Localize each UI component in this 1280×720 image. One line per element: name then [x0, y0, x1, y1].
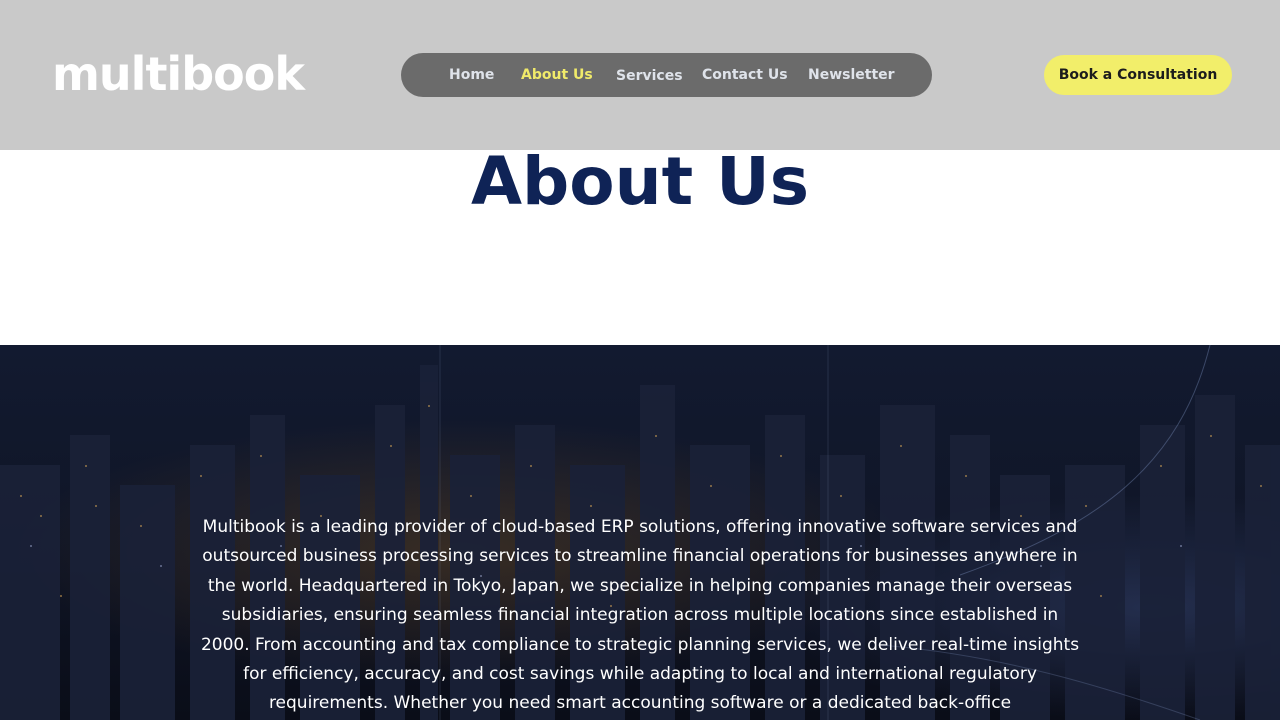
- nav-item-contact-us[interactable]: Contact Us: [702, 53, 788, 97]
- about-description: Multibook is a leading provider of cloud…: [200, 517, 1080, 714]
- nav-item-about-us[interactable]: About Us: [521, 53, 593, 97]
- nav-item-services[interactable]: Services: [616, 54, 683, 98]
- nav-item-newsletter[interactable]: Newsletter: [808, 53, 895, 97]
- about-hero-section: Multibook is a leading provider of cloud…: [0, 345, 1280, 720]
- main-nav: Home About Us Services Contact Us Newsle…: [401, 53, 932, 97]
- book-consultation-button[interactable]: Book a Consultation: [1044, 55, 1232, 95]
- nav-item-home[interactable]: Home: [449, 53, 494, 97]
- multibook-logo[interactable]: multibook: [52, 44, 305, 104]
- site-header: multibook Home About Us Services Contact…: [0, 0, 1280, 150]
- page-title: About Us: [470, 143, 810, 220]
